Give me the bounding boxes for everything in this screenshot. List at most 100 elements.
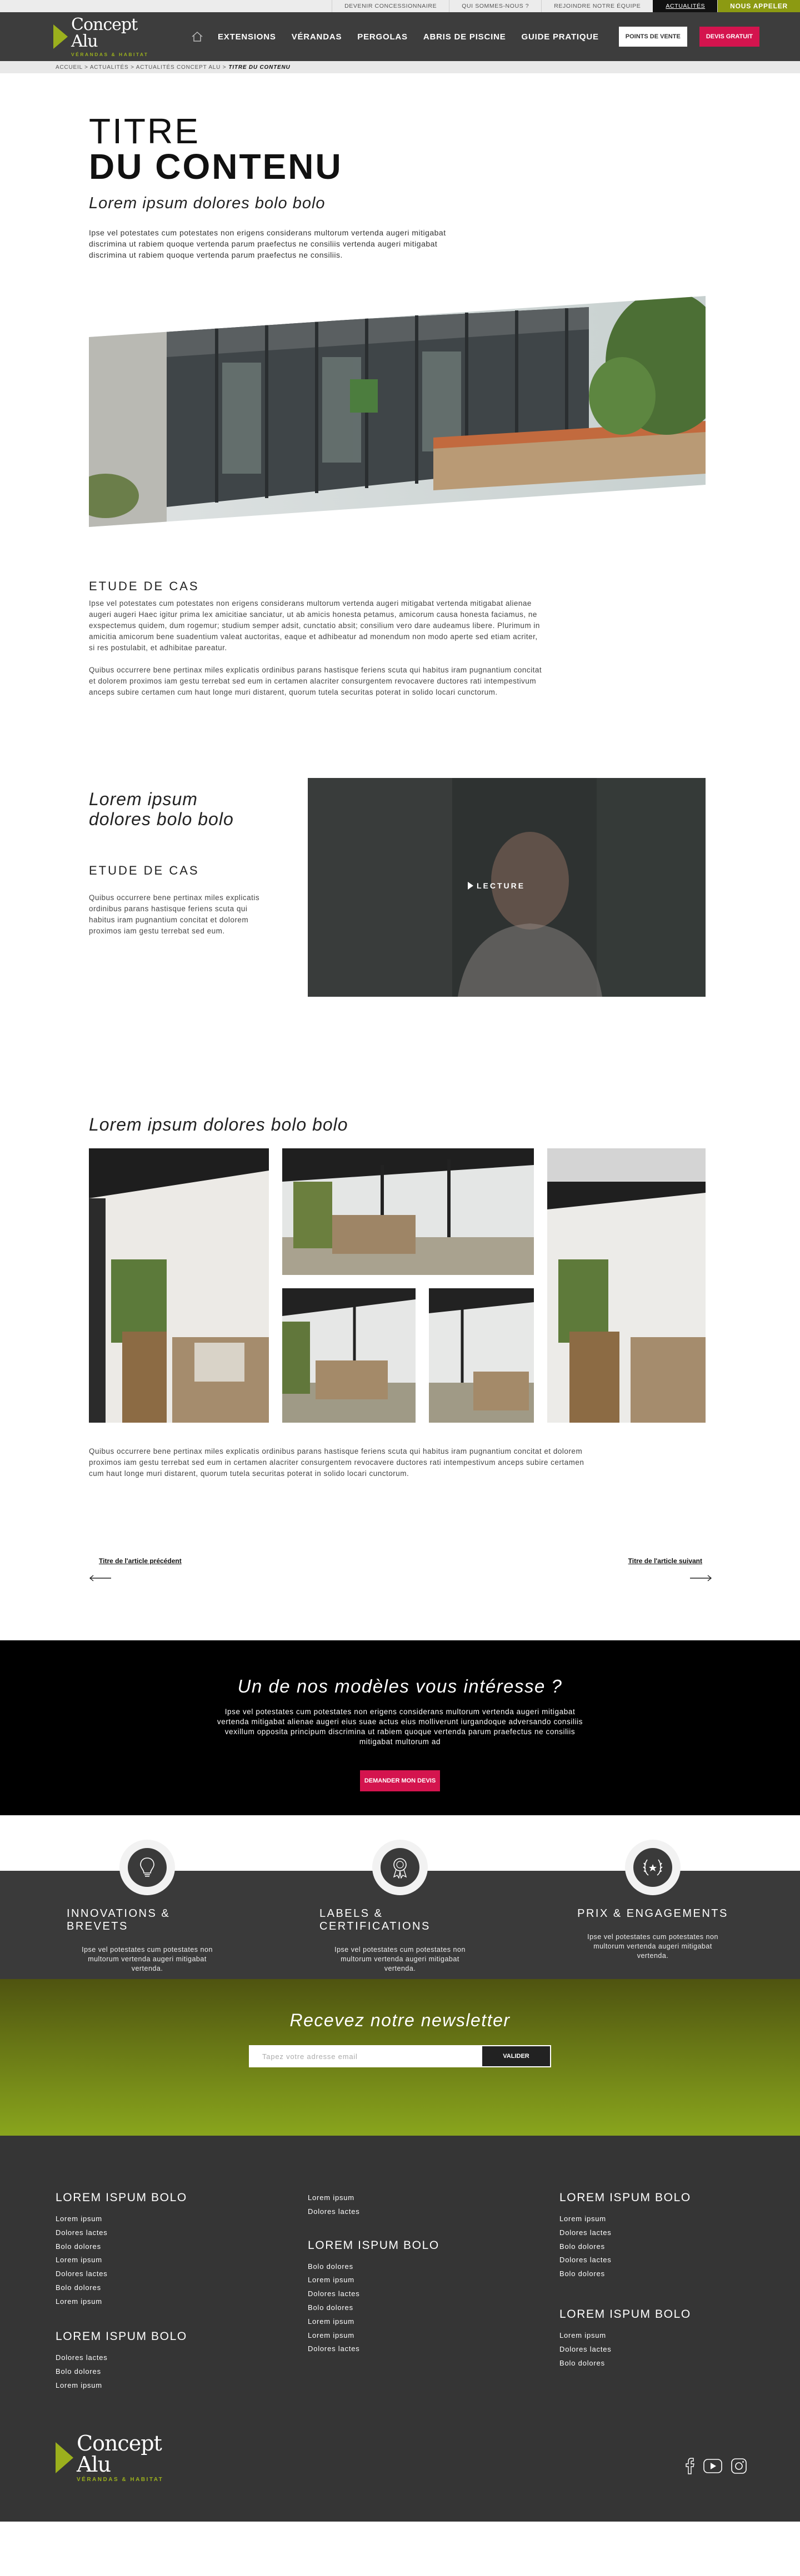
video-etude-title: ETUDE DE CAS bbox=[89, 863, 199, 877]
footer-link[interactable]: Dolores lactes bbox=[308, 2205, 439, 2219]
footer-col-1b: LOREM ISPUM BOLO Dolores lactes Bolo dol… bbox=[56, 2330, 187, 2392]
logo-mark-icon bbox=[53, 24, 68, 49]
facebook-icon[interactable] bbox=[686, 2458, 694, 2474]
video-player[interactable]: LECTURE bbox=[308, 778, 706, 997]
footer-col-3b-title: LOREM ISPUM BOLO bbox=[559, 2308, 691, 2321]
arrow-right-icon[interactable] bbox=[690, 1575, 712, 1581]
footer-col-1: LOREM ISPUM BOLO Lorem ipsum Dolores lac… bbox=[56, 2191, 187, 2309]
footer-link[interactable]: Lorem ipsum bbox=[308, 2329, 439, 2343]
breadcrumb-path[interactable]: ACCUEIL > ACTUALITÉS > ACTUALITÉS CONCEP… bbox=[56, 64, 226, 71]
demander-devis-button[interactable]: DEMANDER MON DEVIS bbox=[359, 1770, 441, 1791]
feature-labels-title: LABELS & CERTIFICATIONS bbox=[319, 1907, 431, 1932]
features-section: INNOVATIONS & BREVETS Ipse vel potestate… bbox=[0, 1840, 800, 1979]
social-links bbox=[686, 2458, 747, 2474]
video-section-title: Lorem ipsum dolores bolo bolo bbox=[89, 789, 234, 829]
prev-article-link[interactable]: Titre de l'article précédent bbox=[89, 1557, 192, 1581]
footer-link[interactable]: Lorem ipsum bbox=[308, 2273, 439, 2287]
footer-link[interactable]: Dolores lactes bbox=[56, 2226, 187, 2240]
next-article-link[interactable]: Titre de l'article suivant bbox=[618, 1557, 712, 1581]
footer-link[interactable]: Bolo dolores bbox=[559, 2357, 691, 2371]
feature-innovations: INNOVATIONS & BREVETS Ipse vel potestate… bbox=[67, 1840, 228, 1979]
gallery-photo-4[interactable] bbox=[429, 1288, 534, 1423]
link-rejoindre-equipe[interactable]: REJOINDRE NOTRE ÉQUIPE bbox=[541, 0, 653, 12]
footer-link[interactable]: Bolo dolores bbox=[308, 2301, 439, 2315]
footer: LOREM ISPUM BOLO Lorem ipsum Dolores lac… bbox=[0, 2136, 800, 2522]
top-bar: DEVENIR CONCESSIONNAIRE QUI SOMMES-NOUS … bbox=[0, 0, 800, 12]
arrow-left-icon[interactable] bbox=[89, 1575, 111, 1581]
points-de-vente-button[interactable]: POINTS DE VENTE bbox=[618, 27, 687, 47]
footer-link[interactable]: Lorem ipsum bbox=[559, 2329, 691, 2343]
footer-link[interactable]: Bolo dolores bbox=[559, 2240, 691, 2254]
link-actualites[interactable]: ACTUALITÉS bbox=[653, 0, 718, 12]
footer-link[interactable]: Bolo dolores bbox=[56, 2281, 187, 2295]
feature-innovations-text: Ipse vel potestates cum potestates non m… bbox=[82, 1946, 213, 1972]
footer-link[interactable]: Lorem ipsum bbox=[308, 2191, 439, 2205]
footer-link[interactable]: Lorem ipsum bbox=[56, 2379, 187, 2393]
cta-title: Un de nos modèles vous intéresse ? bbox=[237, 1676, 563, 1696]
footer-link[interactable]: Dolores lactes bbox=[559, 2343, 691, 2357]
etude-paragraph-2: Quibus occurrere bene pertinax miles exp… bbox=[89, 666, 542, 696]
gallery-photo-1[interactable] bbox=[89, 1148, 269, 1423]
article-navigation: Titre de l'article précédent Titre de l'… bbox=[89, 1557, 712, 1581]
footer-link[interactable]: Dolores lactes bbox=[308, 2342, 439, 2356]
prev-article-title[interactable]: Titre de l'article précédent bbox=[89, 1557, 192, 1565]
link-devenir-concessionnaire[interactable]: DEVENIR CONCESSIONNAIRE bbox=[332, 0, 449, 12]
breadcrumb-current: TITRE DU CONTENU bbox=[228, 64, 291, 71]
nav-extensions[interactable]: EXTENSIONS bbox=[218, 32, 276, 42]
nav-pergolas[interactable]: PERGOLAS bbox=[357, 32, 408, 42]
footer-link[interactable]: Dolores lactes bbox=[56, 2351, 187, 2365]
footer-link[interactable]: Bolo dolores bbox=[56, 2365, 187, 2379]
footer-link[interactable]: Lorem ipsum bbox=[56, 2212, 187, 2226]
footer-logo-mark-icon bbox=[56, 2442, 73, 2473]
video-section-text: Quibus occurrere bene pertinax miles exp… bbox=[89, 893, 260, 935]
feature-labels-text: Ipse vel potestates cum potestates non m… bbox=[334, 1946, 466, 1972]
footer-col-1b-title: LOREM ISPUM BOLO bbox=[56, 2330, 187, 2343]
gallery-photo-2[interactable] bbox=[282, 1148, 534, 1275]
next-article-title[interactable]: Titre de l'article suivant bbox=[618, 1557, 712, 1565]
footer-col-2: Lorem ipsum Dolores lactes LOREM ISPUM B… bbox=[308, 2191, 439, 2356]
devis-gratuit-button[interactable]: DEVIS GRATUIT bbox=[699, 27, 759, 47]
youtube-icon[interactable] bbox=[703, 2459, 722, 2473]
cta-text: Ipse vel potestates cum potestates non e… bbox=[217, 1708, 583, 1746]
breadcrumb: ACCUEIL > ACTUALITÉS > ACTUALITÉS CONCEP… bbox=[0, 61, 800, 73]
logo[interactable]: Concept Alu VÉRANDAS & HABITAT bbox=[53, 16, 164, 57]
footer-logo-name: Concept Alu bbox=[77, 2431, 162, 2477]
intro-text: Ipse vel potestates cum potestates non e… bbox=[89, 228, 446, 259]
footer-link[interactable]: Lorem ipsum bbox=[308, 2315, 439, 2329]
play-icon[interactable] bbox=[468, 882, 473, 890]
footer-link[interactable]: Lorem ipsum bbox=[56, 2253, 187, 2267]
gallery-photo-3[interactable] bbox=[282, 1288, 416, 1423]
link-qui-sommes-nous[interactable]: QUI SOMMES-NOUS ? bbox=[449, 0, 541, 12]
newsletter-email-input[interactable] bbox=[249, 2045, 482, 2067]
newsletter-form: VALIDER bbox=[249, 2045, 551, 2067]
gallery-photo-5[interactable] bbox=[547, 1148, 706, 1423]
video-section: Lorem ipsum dolores bolo bolo ETUDE DE C… bbox=[89, 778, 800, 997]
footer-link[interactable]: Lorem ipsum bbox=[56, 2295, 187, 2309]
etude-paragraph-1: Ipse vel potestates cum potestates non e… bbox=[89, 599, 540, 652]
article: TITRE DU CONTENU Lorem ipsum dolores bol… bbox=[0, 113, 800, 1581]
footer-logo-tagline: VÉRANDAS & HABITAT bbox=[77, 2477, 164, 2483]
video-play-label[interactable]: LECTURE bbox=[477, 881, 525, 890]
footer-link[interactable]: Dolores lactes bbox=[56, 2267, 187, 2281]
nav-abris-piscine[interactable]: ABRIS DE PISCINE bbox=[423, 32, 506, 42]
page-subtitle: Lorem ipsum dolores bolo bolo bbox=[89, 194, 326, 212]
instagram-icon[interactable] bbox=[731, 2458, 747, 2474]
footer-logo[interactable]: Concept Alu VÉRANDAS & HABITAT bbox=[56, 2433, 200, 2483]
footer-link[interactable]: Lorem ipsum bbox=[559, 2212, 691, 2226]
newsletter-section: Recevez notre newsletter VALIDER bbox=[0, 1979, 800, 2136]
feature-prix: PRIX & ENGAGEMENTS Ipse vel potestates c… bbox=[572, 1840, 733, 1979]
main-nav: EXTENSIONS VÉRANDAS PERGOLAS ABRIS DE PI… bbox=[191, 27, 759, 47]
hero-image bbox=[89, 296, 706, 527]
call-button[interactable]: NOUS APPELER bbox=[717, 0, 800, 12]
footer-link[interactable]: Dolores lactes bbox=[559, 2226, 691, 2240]
footer-link[interactable]: Dolores lactes bbox=[308, 2287, 439, 2301]
nav-verandas[interactable]: VÉRANDAS bbox=[292, 32, 342, 42]
footer-link[interactable]: Bolo dolores bbox=[56, 2240, 187, 2254]
footer-link[interactable]: Bolo dolores bbox=[308, 2260, 439, 2274]
footer-link[interactable]: Dolores lactes bbox=[559, 2253, 691, 2267]
nav-guide-pratique[interactable]: GUIDE PRATIQUE bbox=[522, 32, 599, 42]
gallery-text: Quibus occurrere bene pertinax miles exp… bbox=[89, 1447, 584, 1478]
newsletter-submit-button[interactable]: VALIDER bbox=[482, 2045, 551, 2067]
footer-link[interactable]: Bolo dolores bbox=[559, 2267, 691, 2281]
home-icon[interactable] bbox=[191, 31, 203, 42]
